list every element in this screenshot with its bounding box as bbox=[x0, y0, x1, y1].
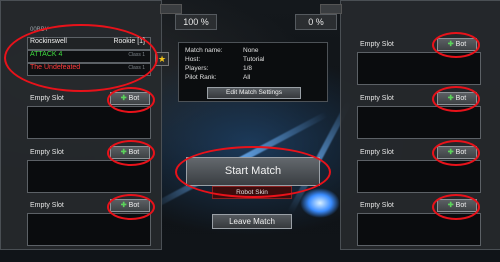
players-label: Players: bbox=[185, 65, 209, 72]
left-slot-2[interactable]: Empty Slot ✚ Bot bbox=[27, 146, 151, 194]
plus-icon: ✚ bbox=[447, 149, 454, 156]
glow bbox=[300, 188, 340, 218]
bot-label: Bot bbox=[455, 41, 467, 48]
bot-label: Bot bbox=[128, 95, 140, 102]
plus-icon: ✚ bbox=[120, 202, 127, 209]
slot-box bbox=[357, 52, 481, 85]
add-bot-button[interactable]: ✚ Bot bbox=[110, 146, 150, 159]
match-name-row: Match name: None bbox=[185, 47, 325, 55]
host-value: Tutorial bbox=[243, 56, 265, 63]
slot-box bbox=[27, 160, 151, 193]
plus-icon: ✚ bbox=[447, 41, 454, 48]
plus-icon: ✚ bbox=[447, 202, 454, 209]
players-value: 1/8 bbox=[243, 65, 253, 72]
add-bot-button[interactable]: ✚ Bot bbox=[437, 92, 477, 105]
host-row: Host: Tutorial bbox=[185, 56, 325, 64]
pilot-rank-row: Pilot Rank: All bbox=[185, 74, 325, 82]
loadout-class: Class 1 bbox=[128, 52, 145, 58]
slot-box bbox=[27, 213, 151, 246]
bot-label: Bot bbox=[455, 95, 467, 102]
bot-label: Bot bbox=[128, 149, 140, 156]
left-team-percent: 100 % bbox=[175, 14, 217, 30]
host-label: Host: bbox=[185, 56, 201, 63]
players-row: Players: 1/8 bbox=[185, 65, 325, 73]
right-slot-3[interactable]: Empty Slot ✚ Bot bbox=[357, 146, 481, 194]
plus-icon: ✚ bbox=[120, 95, 127, 102]
player-loadout: ATTACK 4 bbox=[30, 51, 63, 58]
pilot-rank-value: All bbox=[243, 74, 251, 81]
robot-skin-button[interactable]: Robot Skin bbox=[212, 186, 292, 199]
player-name: Rockinswell bbox=[30, 38, 67, 45]
right-header-bar bbox=[320, 4, 342, 14]
add-bot-button[interactable]: ✚ Bot bbox=[110, 92, 150, 105]
slot-box bbox=[27, 106, 151, 139]
right-slot-1[interactable]: Empty Slot ✚ Bot bbox=[357, 38, 481, 86]
title-class: Class 1 bbox=[128, 65, 145, 71]
robot-skin-label: Robot Skin bbox=[236, 189, 268, 196]
slot-box bbox=[357, 213, 481, 246]
start-match-button[interactable]: Start Match bbox=[186, 157, 320, 186]
bot-label: Bot bbox=[455, 202, 467, 209]
player-title: The Undefeated bbox=[30, 64, 81, 71]
plus-icon: ✚ bbox=[447, 95, 454, 102]
slot-box bbox=[357, 106, 481, 139]
match-name-value: None bbox=[243, 47, 259, 54]
pilot-rank-label: Pilot Rank: bbox=[185, 74, 217, 81]
player-rank: Rookie [1] bbox=[113, 38, 145, 45]
add-bot-button[interactable]: ✚ Bot bbox=[437, 38, 477, 51]
right-slot-2[interactable]: Empty Slot ✚ Bot bbox=[357, 92, 481, 140]
bot-label: Bot bbox=[455, 149, 467, 156]
match-info-panel: Match name: None Host: Tutorial Players: 1/… bbox=[178, 42, 328, 102]
right-team-percent: 0 % bbox=[295, 14, 337, 30]
add-bot-button[interactable]: ✚ Bot bbox=[437, 199, 477, 212]
edit-match-settings-button[interactable]: Edit Match Settings bbox=[207, 87, 301, 99]
add-bot-button[interactable]: ✚ Bot bbox=[110, 199, 150, 212]
slot-box bbox=[357, 160, 481, 193]
plus-icon: ✚ bbox=[120, 149, 127, 156]
star-icon[interactable]: ★ bbox=[155, 52, 169, 66]
add-bot-button[interactable]: ✚ Bot bbox=[437, 146, 477, 159]
team-label: 00BBY bbox=[30, 27, 49, 33]
match-name-label: Match name: bbox=[185, 47, 223, 54]
bot-label: Bot bbox=[128, 202, 140, 209]
right-slot-4[interactable]: Empty Slot ✚ Bot bbox=[357, 199, 481, 247]
leave-match-button[interactable]: Leave Match bbox=[212, 214, 292, 229]
player-slot[interactable]: Rockinswell Rookie [1] ATTACK 4 Class 1 … bbox=[27, 37, 151, 82]
left-header-bar bbox=[160, 4, 182, 14]
left-slot-3[interactable]: Empty Slot ✚ Bot bbox=[27, 199, 151, 247]
left-slot-1[interactable]: Empty Slot ✚ Bot bbox=[27, 92, 151, 140]
